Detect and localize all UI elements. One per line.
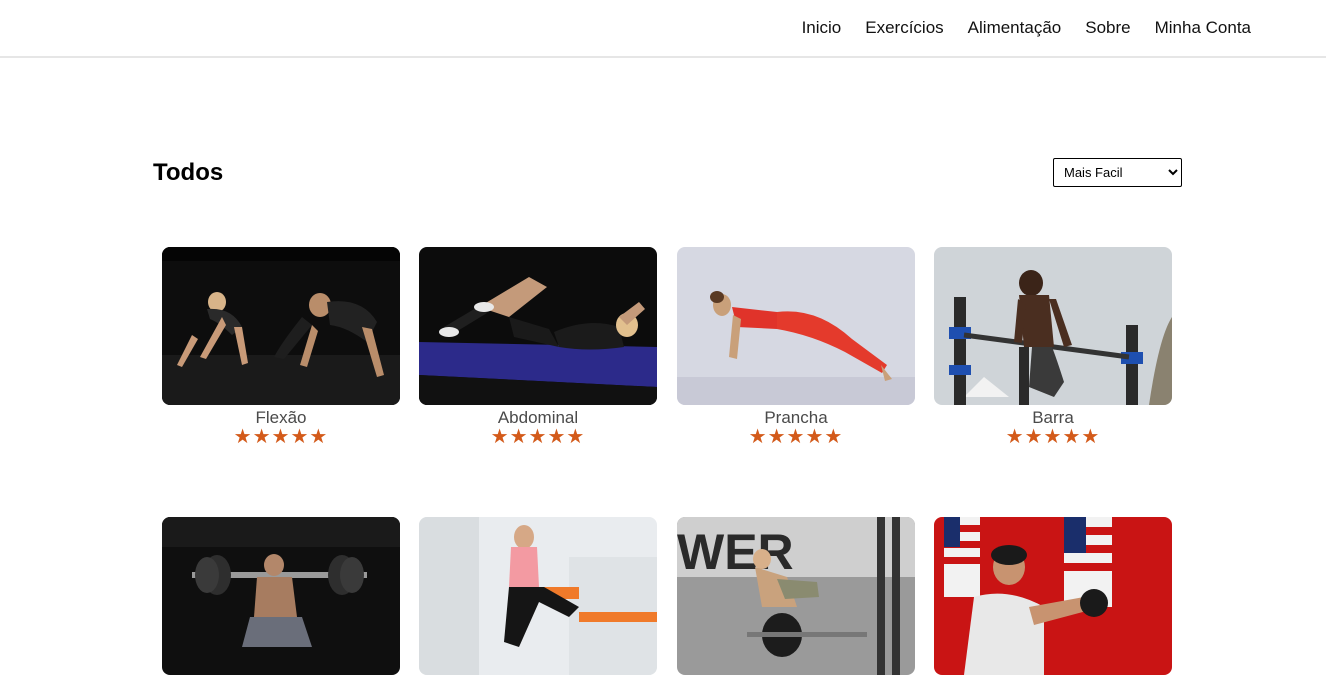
sort-select[interactable]: Mais Facil bbox=[1053, 158, 1182, 187]
exercise-title: Barra bbox=[1032, 408, 1074, 427]
nav-link-alimentacao[interactable]: Alimentação bbox=[968, 17, 1062, 39]
deadlift-photo: WER bbox=[677, 517, 915, 675]
star-icon: ★ bbox=[786, 426, 806, 448]
exercise-title: Abdominal bbox=[497, 408, 579, 427]
nav-link-inicio[interactable]: Inicio bbox=[802, 17, 842, 39]
squat-photo bbox=[162, 517, 400, 675]
exercise-card-prancha[interactable]: Prancha ★★★★★ bbox=[677, 247, 915, 447]
nav-link-exercicios[interactable]: Exercícios bbox=[865, 17, 943, 39]
star-icon: ★ bbox=[528, 426, 548, 448]
exercise-image-flexao[interactable] bbox=[162, 247, 400, 405]
star-icon: ★ bbox=[1062, 426, 1082, 448]
exercise-card-afundo[interactable] bbox=[419, 517, 657, 678]
exercise-image-boxing[interactable] bbox=[934, 517, 1172, 675]
exercise-image-prancha[interactable] bbox=[677, 247, 915, 405]
nav-link-sobre[interactable]: Sobre bbox=[1085, 17, 1130, 39]
plank-photo bbox=[677, 247, 915, 405]
exercise-title: Prancha bbox=[764, 408, 828, 427]
star-icon: ★ bbox=[252, 426, 272, 448]
star-icon: ★ bbox=[1043, 426, 1063, 448]
exercise-title: Flexão bbox=[255, 408, 307, 427]
exercise-image-barra[interactable] bbox=[934, 247, 1172, 405]
star-icon: ★ bbox=[805, 426, 825, 448]
star-icon: ★ bbox=[547, 426, 567, 448]
star-icon: ★ bbox=[509, 426, 529, 448]
star-rating: ★★★★★ bbox=[677, 427, 915, 447]
lunge-photo bbox=[419, 517, 657, 675]
crunch-photo bbox=[419, 247, 657, 405]
star-icon: ★ bbox=[1024, 426, 1044, 448]
star-icon: ★ bbox=[309, 426, 329, 448]
exercise-image-abdominal[interactable] bbox=[419, 247, 657, 405]
star-icon: ★ bbox=[748, 426, 768, 448]
exercise-card-barra[interactable]: Barra ★★★★★ bbox=[934, 247, 1172, 447]
exercise-image-squat[interactable] bbox=[162, 517, 400, 675]
exercise-card-flexao[interactable]: Flexão ★★★★★ bbox=[162, 247, 400, 447]
exercise-card-abdominal[interactable]: Abdominal ★★★★★ bbox=[419, 247, 657, 447]
star-icon: ★ bbox=[290, 426, 310, 448]
boxing-photo bbox=[934, 517, 1172, 675]
exercise-image-lunge[interactable] bbox=[419, 517, 657, 675]
star-icon: ★ bbox=[490, 426, 510, 448]
exercise-image-deadlift[interactable]: WER bbox=[677, 517, 915, 675]
star-icon: ★ bbox=[1005, 426, 1025, 448]
star-rating: ★★★★★ bbox=[934, 427, 1172, 447]
nav-link-minha-conta[interactable]: Minha Conta bbox=[1155, 17, 1251, 39]
star-rating: ★★★★★ bbox=[162, 427, 400, 447]
exercise-card-agachamento[interactable] bbox=[162, 517, 400, 678]
star-icon: ★ bbox=[1081, 426, 1101, 448]
star-icon: ★ bbox=[767, 426, 787, 448]
dips-photo bbox=[934, 247, 1172, 405]
section-title: Todos bbox=[153, 159, 224, 186]
star-icon: ★ bbox=[271, 426, 291, 448]
exercise-card-boxe[interactable] bbox=[934, 517, 1172, 678]
star-icon: ★ bbox=[233, 426, 253, 448]
star-rating: ★★★★★ bbox=[419, 427, 657, 447]
star-icon: ★ bbox=[824, 426, 844, 448]
top-navbar: Inicio Exercícios Alimentação Sobre Minh… bbox=[0, 0, 1326, 58]
pushup-photo bbox=[162, 247, 400, 405]
exercise-card-levantamento[interactable]: WER bbox=[677, 517, 915, 678]
main-nav: Inicio Exercícios Alimentação Sobre Minh… bbox=[802, 17, 1251, 39]
svg-text:WER: WER bbox=[677, 524, 794, 580]
star-icon: ★ bbox=[566, 426, 586, 448]
